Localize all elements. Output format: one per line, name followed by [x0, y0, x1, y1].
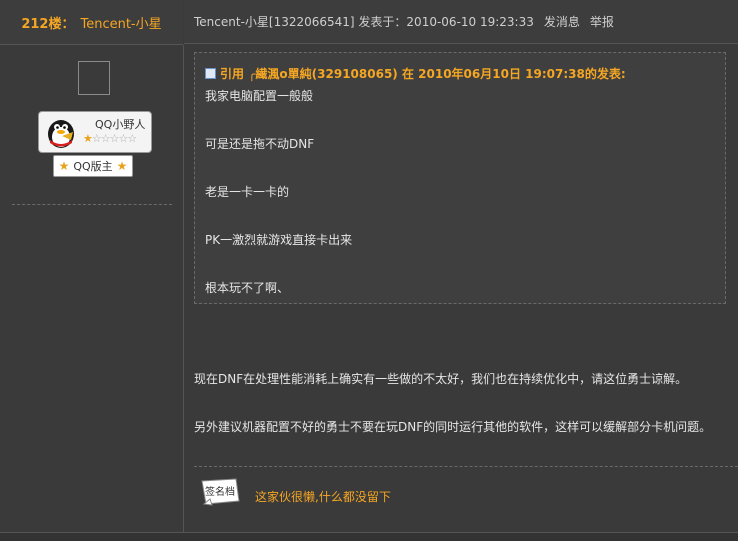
signature-text: 这家伙很懒,什么都没留下	[255, 490, 391, 504]
star-icon: ★	[116, 159, 128, 173]
report-link[interactable]: 举报	[590, 13, 614, 30]
rank-stars: ★☆☆☆☆☆	[83, 132, 137, 145]
reply-line: 另外建议机器配置不好的勇士不要在玩DNF的同时运行其他的软件，这样可以缓解部分卡…	[194, 420, 712, 434]
quote-line: 可是还是拖不动DNF	[205, 137, 315, 151]
quote-icon	[205, 68, 216, 79]
quote-line: PK一激烈就游戏直接卡出来	[205, 233, 353, 247]
quote-source: ╭繊渢o單純(329108065) 在 2010年06月10日 19:07:38…	[248, 67, 626, 81]
rank-name: QQ小野人	[95, 118, 146, 131]
post-meta: Tencent-小星[1322066541] 发表于：2010-06-10 19…	[184, 0, 738, 44]
signature-divider	[194, 466, 738, 467]
reply-line: 现在DNF在处理性能消耗上确实有一些做的不太好，我们也在持续优化中，请这位勇士谅…	[194, 372, 688, 386]
quote-label: 引用	[220, 67, 245, 81]
star-icon: ★	[58, 159, 70, 173]
send-message-link[interactable]: 发消息	[544, 13, 580, 30]
author-name[interactable]: Tencent-小星	[80, 13, 161, 32]
quote-line: 老是一卡一卡的	[205, 185, 290, 199]
star-filled-icon: ★	[83, 132, 93, 145]
forum-post: 212楼： Tencent-小星 Tencent-小星[1322066541] …	[0, 0, 738, 541]
post-meta-text: Tencent-小星[1322066541] 发表于：2010-06-10 19…	[194, 15, 534, 29]
qq-penguin-icon	[48, 120, 74, 148]
avatar[interactable]	[78, 61, 110, 95]
floor-number: 212楼：	[21, 16, 75, 32]
quote-header: 引用 ╭繊渢o單純(329108065) 在 2010年06月10日 19:07…	[205, 65, 626, 82]
quote-line: 我家电脑配置一般般	[205, 89, 314, 103]
user-info-column: QQ小野人 ★☆☆☆☆☆ ★ QQ版主 ★	[0, 45, 184, 532]
signature-badge-label: 签名档	[205, 485, 235, 498]
signature-badge-icon: 签名档	[201, 478, 240, 506]
admin-label: QQ版主	[73, 160, 113, 173]
admin-badge: ★ QQ版主 ★	[53, 155, 133, 177]
floor-header: 212楼： Tencent-小星	[0, 0, 183, 45]
star-empty-icon: ☆☆☆☆☆	[91, 132, 137, 145]
quote-line: 根本玩不了啊、	[205, 281, 290, 295]
divider	[12, 204, 172, 205]
quote-box: 引用 ╭繊渢o單純(329108065) 在 2010年06月10日 19:07…	[194, 52, 726, 304]
rank-badge: QQ小野人 ★☆☆☆☆☆	[38, 111, 152, 153]
